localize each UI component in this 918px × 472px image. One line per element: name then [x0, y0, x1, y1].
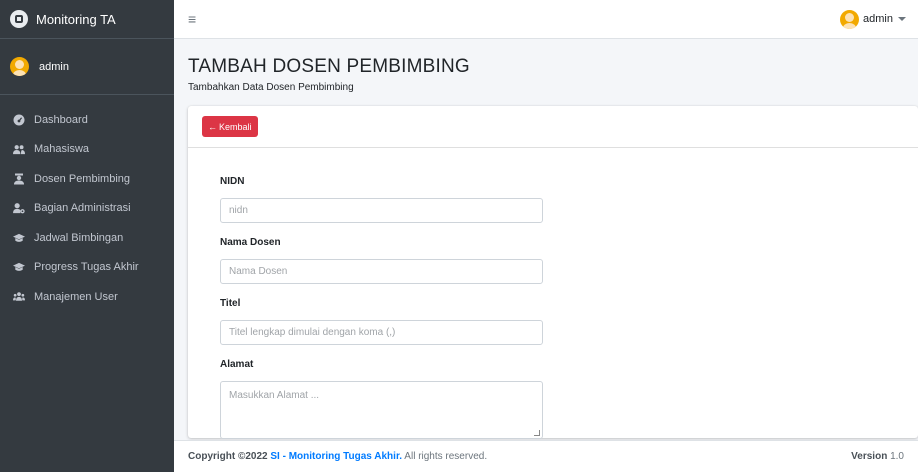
sidebar-item-mahasiswa[interactable]: Mahasiswa [0, 135, 174, 165]
sidebar-item-dosen-pembimbing[interactable]: Dosen Pembimbing [0, 164, 174, 194]
brand-logo-icon [10, 10, 28, 28]
back-button-label: Kembali [219, 121, 252, 132]
titel-label: Titel [220, 298, 241, 309]
teacher-icon [13, 173, 25, 185]
graduation-cap-icon [13, 261, 25, 273]
page-title: TAMBAH DOSEN PEMBIMBING [188, 56, 470, 77]
topbar-user-name: admin [863, 13, 893, 25]
card-header: ← Kembali [188, 106, 918, 148]
nidn-label: NIDN [220, 176, 245, 187]
sidebar-item-dashboard[interactable]: Dashboard [0, 105, 174, 135]
sidebar-item-manajemen-user[interactable]: Manajemen User [0, 282, 174, 312]
version-number: 1.0 [890, 451, 904, 462]
user-dropdown[interactable]: admin [840, 9, 906, 29]
sidebar-item-label: Mahasiswa [34, 143, 90, 156]
user-cog-icon [13, 202, 25, 214]
version-label: Version [851, 451, 888, 462]
copyright-text: Copyright ©2022 [188, 451, 268, 462]
brand-link[interactable]: Monitoring TA [0, 0, 174, 39]
menu-toggle-icon[interactable]: ≡ [188, 11, 196, 27]
tachometer-icon [13, 114, 25, 126]
sidebar-item-label: Bagian Administrasi [34, 202, 131, 215]
users-group-icon [13, 291, 25, 303]
sidebar-item-bagian-administrasi[interactable]: Bagian Administrasi [0, 194, 174, 224]
alamat-placeholder: Masukkan Alamat ... [229, 390, 320, 401]
page-subtitle: Tambahkan Data Dosen Pembimbing [188, 82, 354, 93]
footer: Copyright ©2022 SI - Monitoring Tugas Ak… [174, 440, 918, 472]
nidn-input[interactable]: nidn [220, 198, 543, 223]
resize-grip-icon[interactable] [534, 430, 540, 436]
sidebar-item-label: Dashboard [34, 113, 88, 126]
sidebar-user-name: admin [39, 60, 69, 73]
sidebar-item-progress-tugas-akhir[interactable]: Progress Tugas Akhir [0, 253, 174, 283]
footer-version: Version 1.0 [851, 451, 904, 462]
dosen-form: NIDN nidn Nama Dosen Nama Dosen Titel Ti… [220, 176, 543, 439]
sidebar-item-label: Progress Tugas Akhir [34, 261, 139, 274]
top-navbar: ≡ admin [174, 0, 918, 39]
graduation-cap-icon [13, 232, 25, 244]
form-card: ← Kembali NIDN nidn Nama Dosen Nama Dose… [188, 106, 918, 439]
nama-dosen-placeholder: Nama Dosen [229, 266, 288, 277]
avatar [840, 9, 860, 29]
sidebar-item-jadwal-bimbingan[interactable]: Jadwal Bimbingan [0, 223, 174, 253]
nama-dosen-input[interactable]: Nama Dosen [220, 259, 543, 284]
users-icon [13, 143, 25, 155]
sidebar-item-label: Jadwal Bimbingan [34, 231, 124, 244]
sidebar-item-label: Manajemen User [34, 290, 118, 303]
nama-dosen-label: Nama Dosen [220, 237, 281, 248]
user-panel[interactable]: admin [0, 39, 174, 95]
sidebar: Monitoring TA admin Dashboard Mahasiswa … [0, 0, 174, 472]
alamat-label: Alamat [220, 359, 254, 370]
sidebar-nav: Dashboard Mahasiswa Dosen Pembimbing Bag… [0, 95, 174, 312]
content-header: TAMBAH DOSEN PEMBIMBING Tambahkan Data D… [188, 56, 470, 93]
footer-copyright: Copyright ©2022 SI - Monitoring Tugas Ak… [188, 451, 487, 462]
nidn-placeholder: nidn [229, 205, 248, 216]
titel-placeholder: Titel lengkap dimulai dengan koma (,) [229, 327, 396, 338]
brand-title: Monitoring TA [36, 11, 116, 27]
alamat-textarea[interactable]: Masukkan Alamat ... [220, 381, 543, 439]
arrow-left-icon: ← [208, 121, 217, 132]
footer-brand-link[interactable]: SI - Monitoring Tugas Akhir. [270, 451, 402, 462]
back-button[interactable]: ← Kembali [202, 116, 258, 137]
titel-input[interactable]: Titel lengkap dimulai dengan koma (,) [220, 320, 543, 345]
avatar [10, 57, 29, 76]
sidebar-item-label: Dosen Pembimbing [34, 172, 130, 185]
rights-text: All rights reserved. [404, 451, 488, 462]
caret-down-icon [898, 17, 906, 21]
